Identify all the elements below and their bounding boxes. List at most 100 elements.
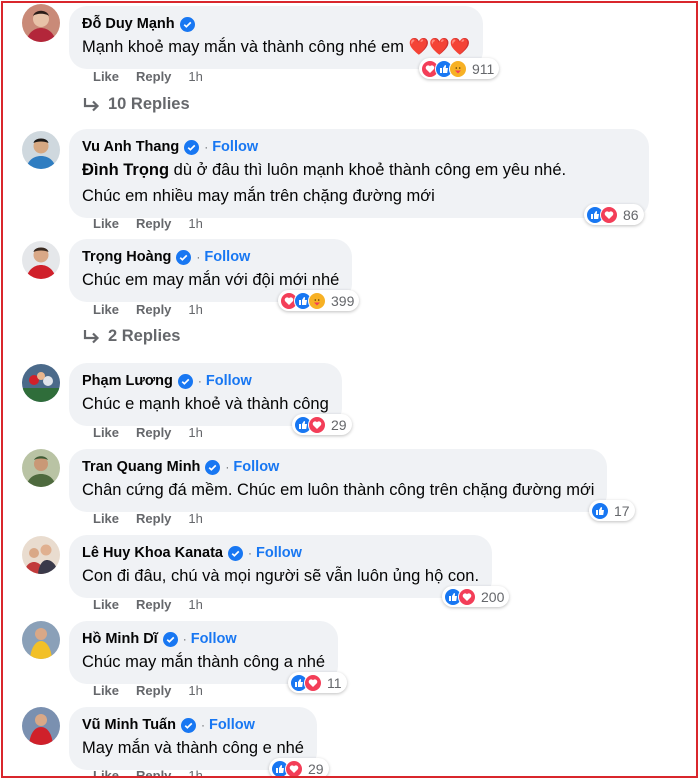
comment-actions: Like Reply 1h [93, 597, 220, 612]
reaction-count: 399 [331, 292, 355, 309]
comment-actions: Like Reply 1h [93, 683, 220, 698]
comment-text: Mạnh khoẻ may mắn và thành công nhé em ❤… [82, 38, 471, 56]
verified-badge-icon [176, 249, 192, 265]
verified-badge-icon [162, 631, 178, 647]
comment-text: Con đi đâu, chú và mọi người sẽ vẫn luôn… [82, 567, 480, 585]
comment-text: Chân cứng đá mềm. Chúc em luôn thành côn… [82, 481, 595, 499]
follow-button[interactable]: Follow [191, 631, 237, 647]
avatar[interactable] [22, 449, 60, 487]
comment-bubble: Tran Quang Minh · Follow Chân cứng đá mề… [69, 449, 608, 512]
like-button[interactable]: Like [93, 425, 119, 440]
comment-actions: Like Reply 1h [93, 216, 220, 231]
care-icon [449, 59, 467, 78]
verified-badge-icon [179, 16, 195, 32]
like-button[interactable]: Like [93, 302, 119, 317]
timestamp[interactable]: 1h [188, 597, 202, 612]
view-replies-link[interactable]: 2 Replies [83, 327, 180, 346]
timestamp[interactable]: 1h [188, 302, 202, 317]
replies-count: 10 Replies [108, 95, 190, 113]
tagged-name[interactable]: Đình Trọng [82, 161, 169, 179]
reaction-summary[interactable]: 399 [278, 290, 360, 311]
verified-badge-icon [228, 545, 243, 561]
comment-text: Chúc e mạnh khoẻ và thành công [82, 395, 329, 413]
avatar[interactable] [22, 364, 60, 402]
reaction-count: 86 [623, 206, 639, 223]
follow-button[interactable]: Follow [212, 139, 258, 155]
reaction-summary[interactable]: 17 [589, 500, 635, 521]
timestamp[interactable]: 1h [188, 216, 202, 231]
author-name[interactable]: Trọng Hoàng [82, 249, 171, 265]
verified-badge-icon [180, 717, 196, 733]
view-replies-link[interactable]: 10 Replies [83, 95, 190, 114]
avatar[interactable] [22, 131, 60, 169]
comment-actions: Like Reply 1h [93, 768, 220, 776]
timestamp[interactable]: 1h [188, 683, 202, 698]
comment-bubble: Đỗ Duy Mạnh Mạnh khoẻ may mắn và thành c… [69, 6, 484, 69]
reply-button[interactable]: Reply [136, 425, 171, 440]
author-name[interactable]: Đỗ Duy Mạnh [82, 16, 175, 32]
reply-button[interactable]: Reply [136, 302, 171, 317]
avatar[interactable] [22, 621, 60, 659]
reaction-summary[interactable]: 200 [442, 586, 510, 607]
like-button[interactable]: Like [93, 511, 119, 526]
avatar[interactable] [22, 4, 60, 42]
avatar[interactable] [22, 707, 60, 745]
comment-actions: Like Reply 1h [93, 302, 220, 317]
reaction-count: 11 [327, 674, 342, 691]
follow-button[interactable]: Follow [209, 717, 255, 733]
like-icon [591, 501, 609, 520]
love-icon [600, 205, 618, 224]
comments-panel: Đỗ Duy Mạnh Mạnh khoẻ may mắn và thành c… [1, 1, 698, 778]
reply-button[interactable]: Reply [136, 216, 171, 231]
like-button[interactable]: Like [93, 216, 119, 231]
verified-badge-icon [205, 459, 221, 475]
reaction-count: 911 [472, 60, 495, 77]
comment-text: May mắn và thành công e nhé [82, 739, 304, 757]
comment-actions: Like Reply 1h [93, 511, 220, 526]
avatar[interactable] [22, 241, 60, 279]
author-name[interactable]: Vũ Minh Tuấn [82, 717, 176, 733]
verified-badge-icon [184, 139, 200, 155]
reaction-summary[interactable]: 29 [292, 414, 352, 435]
author-name[interactable]: Vu Anh Thang [82, 139, 179, 155]
author-name[interactable]: Tran Quang Minh [82, 459, 200, 475]
like-button[interactable]: Like [93, 683, 119, 698]
timestamp[interactable]: 1h [188, 425, 202, 440]
verified-badge-icon [177, 373, 193, 389]
like-button[interactable]: Like [93, 768, 119, 776]
comment-actions: Like Reply 1h [93, 425, 220, 440]
follow-button[interactable]: Follow [204, 249, 250, 265]
reply-button[interactable]: Reply [136, 683, 171, 698]
comment-text: Đình Trọng dù ở đâu thì luôn mạnh khoẻ t… [82, 161, 567, 179]
like-button[interactable]: Like [93, 69, 119, 84]
reaction-summary[interactable]: 86 [584, 204, 644, 225]
comment-actions: Like Reply 1h [93, 69, 220, 84]
timestamp[interactable]: 1h [188, 69, 202, 84]
avatar[interactable] [22, 536, 60, 574]
reaction-summary[interactable]: 911 [419, 58, 500, 79]
reply-button[interactable]: Reply [136, 768, 171, 776]
like-button[interactable]: Like [93, 597, 119, 612]
care-icon [308, 291, 326, 310]
reaction-summary[interactable]: 29 [269, 758, 329, 777]
author-name[interactable]: Hồ Minh Dĩ [82, 631, 158, 647]
reaction-count: 29 [331, 416, 347, 433]
follow-button[interactable]: Follow [206, 373, 252, 389]
comment-bubble: Lê Huy Khoa Kanata · Follow Con đi đâu, … [69, 535, 493, 598]
love-icon [458, 587, 476, 606]
author-name[interactable]: Lê Huy Khoa Kanata [82, 545, 223, 561]
author-name[interactable]: Phạm Lương [82, 373, 173, 389]
follow-button[interactable]: Follow [233, 459, 279, 475]
reaction-summary[interactable]: 11 [288, 672, 347, 693]
follow-button[interactable]: Follow [256, 545, 302, 561]
reply-button[interactable]: Reply [136, 511, 171, 526]
reaction-count: 17 [614, 502, 630, 519]
reply-button[interactable]: Reply [136, 69, 171, 84]
reply-button[interactable]: Reply [136, 597, 171, 612]
timestamp[interactable]: 1h [188, 768, 202, 776]
love-icon [308, 415, 326, 434]
timestamp[interactable]: 1h [188, 511, 202, 526]
comment-text-line2: Chúc em nhiều may mắn trên chặng đường m… [82, 187, 435, 205]
love-icon [304, 673, 322, 692]
reaction-count: 29 [308, 760, 324, 777]
